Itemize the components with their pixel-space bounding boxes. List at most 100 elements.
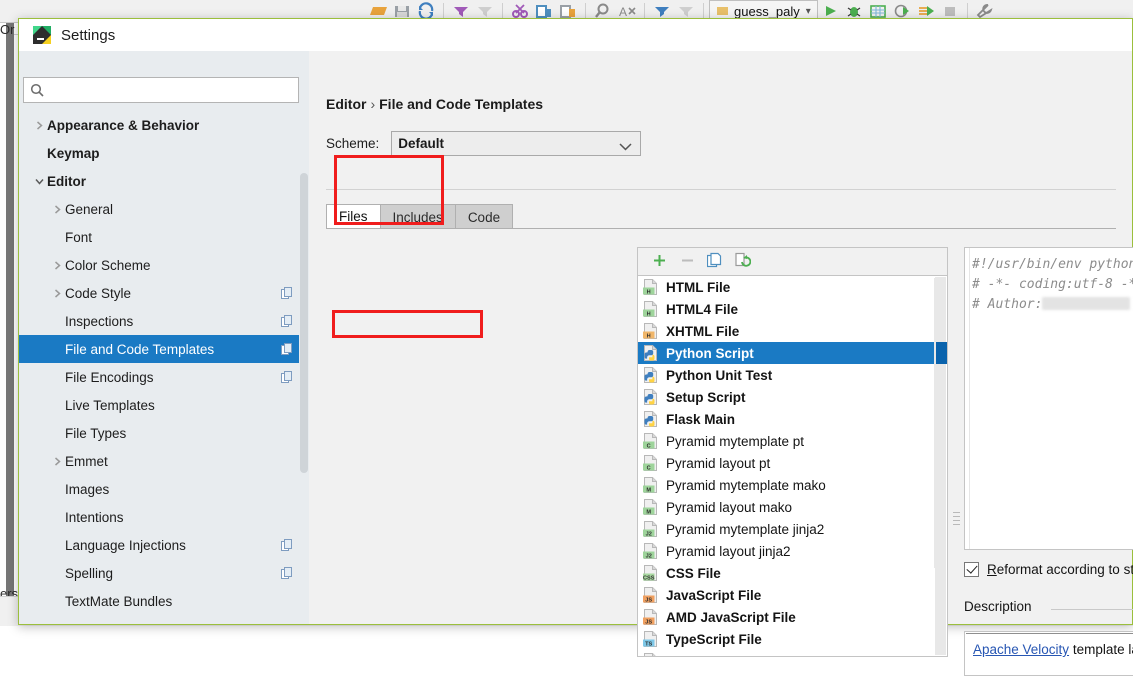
chevron-right-icon[interactable]	[49, 251, 65, 279]
chevron-right-icon[interactable]	[31, 111, 47, 139]
sidebar-item-emmet[interactable]: Emmet	[19, 447, 309, 475]
copy-settings-icon[interactable]	[281, 371, 293, 383]
search-icon	[30, 83, 44, 97]
template-list-item[interactable]: JS JavaScript File	[638, 584, 947, 606]
template-list-item[interactable]: Python Unit Test	[638, 364, 947, 386]
template-name: TypeScript File	[666, 631, 762, 647]
copy-settings-icon[interactable]	[281, 287, 293, 299]
scheme-label: Scheme:	[326, 136, 380, 151]
add-button[interactable]	[646, 250, 672, 274]
template-list-item[interactable]: Setup Script	[638, 386, 947, 408]
sidebar-item-font[interactable]: Font	[19, 223, 309, 251]
template-category-tabs[interactable]: Files Includes Code	[326, 203, 514, 229]
template-list-item[interactable]: Python Script	[638, 342, 947, 364]
sidebar-item-file-types[interactable]: File Types	[19, 419, 309, 447]
svg-text:H: H	[647, 333, 651, 339]
sidebar-scrollbar-thumb[interactable]	[300, 173, 308, 473]
template-editor[interactable]: #!/usr/bin/env python # -*- coding:utf-8…	[964, 247, 1133, 550]
chevron-right-icon[interactable]	[49, 279, 65, 307]
sidebar-item-editor[interactable]: Editor	[19, 167, 309, 195]
apache-velocity-link[interactable]: Apache Velocity	[973, 642, 1069, 657]
sidebar-scrollbar-track[interactable]	[299, 111, 309, 624]
chevron-down-icon[interactable]: ▾	[806, 6, 811, 17]
reset-button[interactable]	[730, 250, 756, 274]
template-list-item[interactable]: C Pyramid layout pt	[638, 452, 947, 474]
sidebar-item-intentions[interactable]: Intentions	[19, 503, 309, 531]
template-list-item[interactable]: J2 Pyramid mytemplate jinja2	[638, 518, 947, 540]
template-list-item[interactable]: J2 Pyramid layout jinja2	[638, 540, 947, 562]
copy-settings-icon[interactable]	[281, 343, 293, 355]
sidebar-item-label: Code Style	[65, 285, 132, 301]
sidebar-item-color-scheme[interactable]: Color Scheme	[19, 251, 309, 279]
template-list-toolbar[interactable]	[637, 247, 948, 275]
chevron-right-icon[interactable]	[49, 195, 65, 223]
svg-text:J2: J2	[646, 553, 652, 559]
template-list[interactable]: H HTML File H HTML4 File H XHTML File Python S…	[637, 275, 948, 657]
copy-settings-icon[interactable]	[281, 539, 293, 551]
template-list-item[interactable]: M Pyramid mytemplate mako	[638, 474, 947, 496]
template-list-item[interactable]: C Pyramid mytemplate pt	[638, 430, 947, 452]
sidebar-item-label: Font	[65, 229, 93, 245]
sidebar-item-inspections[interactable]: Inspections	[19, 307, 309, 335]
description-title: Description	[964, 599, 1038, 614]
sidebar-item-todo[interactable]: TODO	[19, 615, 309, 625]
sidebar-item-file-and-code-templates[interactable]: File and Code Templates	[19, 335, 309, 363]
sidebar-item-textmate-bundles[interactable]: TextMate Bundles	[19, 587, 309, 615]
template-list-item[interactable]: H HTML File	[638, 276, 947, 298]
template-list-item[interactable]: TS TypeScript File	[638, 628, 947, 650]
reformat-label-rest: eformat according to style	[996, 561, 1133, 577]
copy-settings-icon[interactable]	[281, 567, 293, 579]
settings-tree[interactable]: Appearance & Behavior Keymap Editor General…	[19, 111, 309, 624]
copy-button[interactable]	[702, 250, 728, 274]
panel-splitter[interactable]	[950, 247, 964, 657]
svg-text:C: C	[647, 465, 651, 471]
template-list-item[interactable]: CSS CSS File	[638, 562, 947, 584]
sidebar-item-live-templates[interactable]: Live Templates	[19, 391, 309, 419]
reformat-checkbox-row[interactable]: Reformat according to style	[964, 556, 1133, 582]
tab-code[interactable]: Code	[454, 204, 514, 229]
tab-includes[interactable]: Includes	[379, 204, 456, 229]
template-list-scrollbar-thumb[interactable]	[934, 278, 945, 568]
template-name: Pyramid mytemplate jinja2	[666, 521, 825, 537]
template-list-item[interactable]: JSON tsconfig.json	[638, 650, 947, 656]
editor-line-1: #!/usr/bin/env python	[972, 257, 1133, 272]
dialog-body: Appearance & Behavior Keymap Editor General…	[19, 51, 1133, 676]
svg-text:M: M	[646, 509, 651, 515]
chameleon-icon: C	[643, 455, 659, 471]
scheme-dropdown[interactable]: Default	[391, 131, 642, 156]
chevron-right-icon[interactable]	[49, 447, 65, 475]
editor-content[interactable]: #!/usr/bin/env python # -*- coding:utf-8…	[972, 255, 1133, 315]
sidebar-item-spelling[interactable]: Spelling	[19, 559, 309, 587]
svg-text:TS: TS	[645, 641, 652, 647]
sidebar-item-code-style[interactable]: Code Style	[19, 279, 309, 307]
template-list-item[interactable]: M Pyramid layout mako	[638, 496, 947, 518]
tab-files[interactable]: Files	[326, 204, 381, 229]
sidebar-item-appearance-behavior[interactable]: Appearance & Behavior	[19, 111, 309, 139]
sidebar-item-label: Language Injections	[65, 537, 186, 553]
search-input[interactable]	[44, 81, 298, 99]
template-list-item[interactable]: H HTML4 File	[638, 298, 947, 320]
scheme-row: Scheme: Default	[326, 131, 642, 156]
sidebar-item-label: Editor	[47, 173, 86, 189]
sidebar-item-language-injections[interactable]: Language Injections	[19, 531, 309, 559]
sidebar-item-label: TextMate Bundles	[65, 593, 173, 609]
svg-text:H: H	[647, 289, 651, 295]
svg-text:JS: JS	[645, 597, 652, 603]
reformat-checkbox[interactable]	[964, 561, 979, 577]
sidebar-item-file-encodings[interactable]: File Encodings	[19, 363, 309, 391]
chevron-down-icon[interactable]	[31, 167, 47, 195]
settings-dialog: Settings Appearance & Behavior Keymap Edit…	[18, 18, 1133, 676]
sidebar-item-keymap[interactable]: Keymap	[19, 139, 309, 167]
search-box[interactable]	[23, 77, 299, 103]
template-list-item[interactable]: Flask Main	[638, 408, 947, 430]
sidebar-item-general[interactable]: General	[19, 195, 309, 223]
copy-settings-icon[interactable]	[281, 315, 293, 327]
run-config-name: guess_paly	[734, 3, 800, 19]
template-list-item[interactable]: H XHTML File	[638, 320, 947, 342]
template-list-scrollbar-track[interactable]	[934, 277, 946, 655]
breadcrumb-parent[interactable]: Editor	[326, 96, 366, 112]
template-name: JavaScript File	[666, 587, 762, 603]
sidebar-item-images[interactable]: Images	[19, 475, 309, 503]
